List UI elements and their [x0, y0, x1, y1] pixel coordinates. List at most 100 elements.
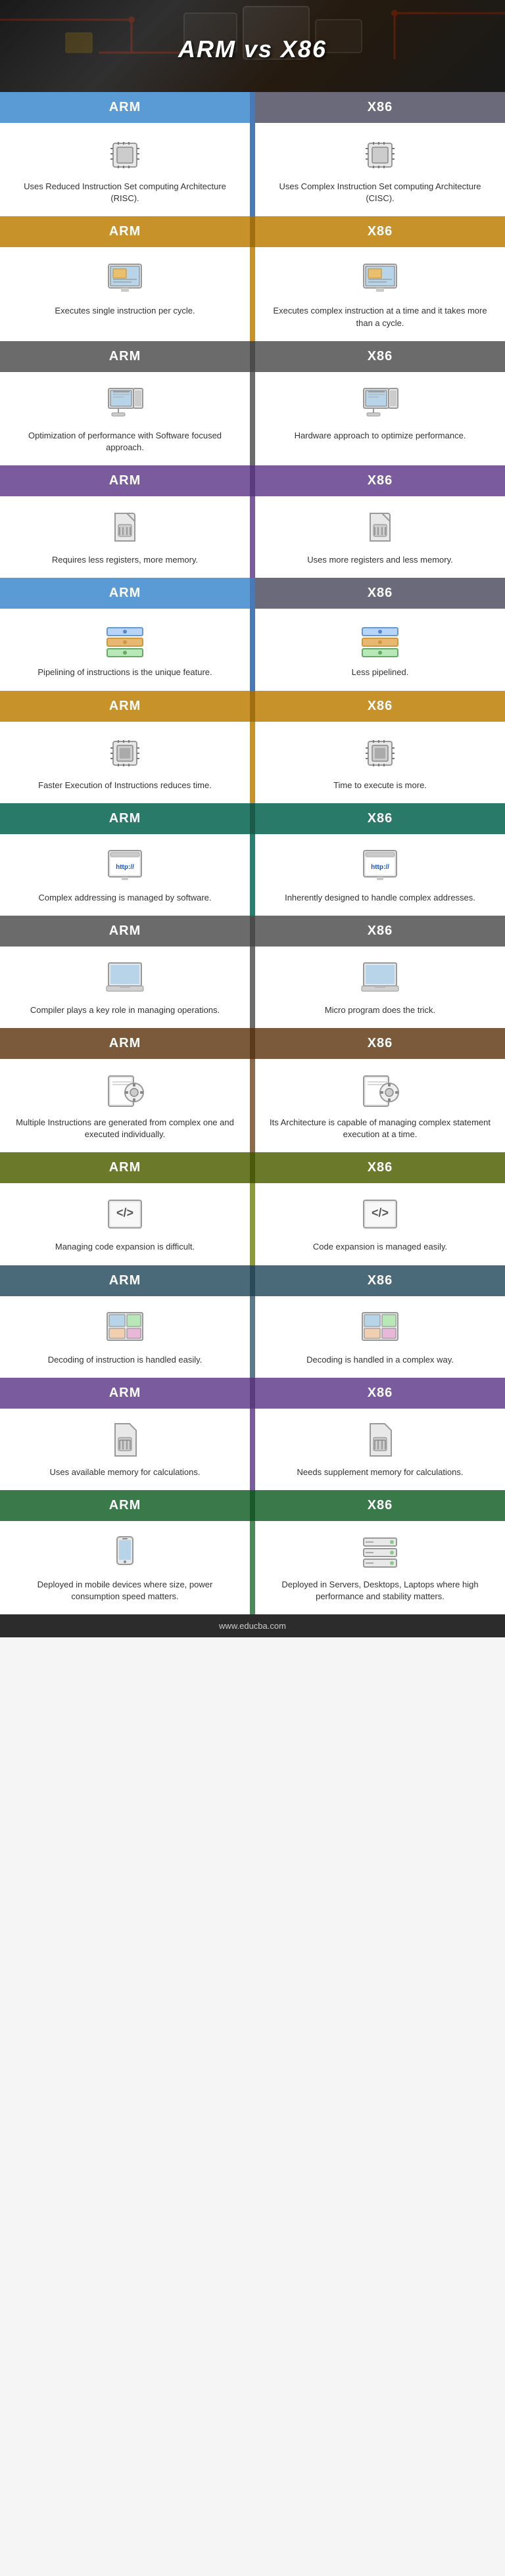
- x86-icon-10: </>: [357, 1195, 403, 1234]
- section-7-content: http:// Complex addressing is managed by…: [0, 834, 505, 916]
- x86-content-8: Micro program does the trick.: [255, 947, 505, 1028]
- x86-content-12: Needs supplement memory for calculations…: [255, 1409, 505, 1490]
- arm-text-10: Managing code expansion is difficult.: [55, 1241, 195, 1253]
- section-12-content: Uses available memory for calculations. …: [0, 1409, 505, 1490]
- x86-label-9: X86: [255, 1028, 505, 1059]
- arm-content-9: Multiple Instructions are generated from…: [0, 1059, 250, 1152]
- arm-text-12: Uses available memory for calculations.: [49, 1466, 200, 1478]
- x86-label-8: X86: [255, 916, 505, 947]
- x86-icon-8: [357, 958, 403, 998]
- x86-icon-2: [357, 259, 403, 298]
- x86-content-7: http:// Inherently designed to handle co…: [255, 834, 505, 916]
- section-8-header-bar: ARM X86: [0, 916, 505, 947]
- arm-label-5: ARM: [0, 578, 250, 609]
- arm-text-3: Optimization of performance with Softwar…: [13, 430, 237, 454]
- x86-label-2: X86: [255, 216, 505, 247]
- section-6-content: Faster Execution of Instructions reduces…: [0, 722, 505, 803]
- x86-label-1: X86: [255, 92, 505, 123]
- header-divider-11: [250, 1265, 255, 1296]
- section-5-content: Pipelining of instructions is the unique…: [0, 609, 505, 690]
- x86-content-10: </> Code expansion is managed easily.: [255, 1183, 505, 1265]
- arm-icon-2: [102, 259, 148, 298]
- x86-icon-12: [357, 1420, 403, 1460]
- arm-label-9: ARM: [0, 1028, 250, 1059]
- section-3-content: Optimization of performance with Softwar…: [0, 372, 505, 465]
- arm-label-12: ARM: [0, 1378, 250, 1409]
- arm-text-13: Deployed in mobile devices where size, p…: [13, 1579, 237, 1603]
- section-4-content: Requires less registers, more memory. Us…: [0, 496, 505, 578]
- x86-label-6: X86: [255, 691, 505, 722]
- x86-content-2: Executes complex instruction at a time a…: [255, 247, 505, 340]
- x86-text-13: Deployed in Servers, Desktops, Laptops w…: [268, 1579, 492, 1603]
- arm-content-1: Uses Reduced Instruction Set computing A…: [0, 123, 250, 216]
- x86-label-3: X86: [255, 341, 505, 372]
- section-5-header-bar: ARM X86: [0, 578, 505, 609]
- arm-text-1: Uses Reduced Instruction Set computing A…: [13, 181, 237, 204]
- x86-icon-1: [357, 135, 403, 174]
- arm-icon-7: http://: [102, 846, 148, 885]
- arm-label-8: ARM: [0, 916, 250, 947]
- arm-content-8: Compiler plays a key role in managing op…: [0, 947, 250, 1028]
- sections-container: ARM X86 Uses Reduced Instruction S: [0, 92, 505, 1614]
- arm-label-11: ARM: [0, 1265, 250, 1296]
- arm-text-2: Executes single instruction per cycle.: [55, 305, 195, 317]
- svg-text:http://: http://: [116, 864, 134, 871]
- arm-icon-13: [102, 1533, 148, 1572]
- footer-url: www.educba.com: [219, 1621, 286, 1631]
- svg-text:</>: </>: [372, 1206, 389, 1219]
- header-divider-4: [250, 465, 255, 496]
- x86-text-7: Inherently designed to handle complex ad…: [285, 892, 475, 904]
- arm-icon-10: </>: [102, 1195, 148, 1234]
- content-divider-4: [250, 496, 255, 578]
- page-title: ARM vs X86: [178, 35, 327, 63]
- arm-content-6: Faster Execution of Instructions reduces…: [0, 722, 250, 803]
- x86-content-1: Uses Complex Instruction Set computing A…: [255, 123, 505, 216]
- arm-content-11: Decoding of instruction is handled easil…: [0, 1296, 250, 1378]
- section-2-content: Executes single instruction per cycle. E…: [0, 247, 505, 340]
- arm-label-1: ARM: [0, 92, 250, 123]
- x86-text-6: Time to execute is more.: [333, 780, 427, 791]
- arm-content-12: Uses available memory for calculations.: [0, 1409, 250, 1490]
- arm-icon-1: [102, 135, 148, 174]
- section-7-header-bar: ARM X86: [0, 803, 505, 834]
- arm-icon-12: [102, 1420, 148, 1460]
- x86-icon-3: [357, 384, 403, 423]
- x86-text-2: Executes complex instruction at a time a…: [268, 305, 492, 329]
- svg-text:http://: http://: [371, 864, 389, 871]
- x86-text-4: Uses more registers and less memory.: [307, 554, 453, 566]
- section-10-content: </> Managing code expansion is difficult…: [0, 1183, 505, 1265]
- arm-text-11: Decoding of instruction is handled easil…: [48, 1354, 203, 1366]
- section-1-header-bar: ARM X86: [0, 92, 505, 123]
- arm-icon-4: [102, 508, 148, 548]
- arm-label-3: ARM: [0, 341, 250, 372]
- x86-content-5: Less pipelined.: [255, 609, 505, 690]
- arm-label-2: ARM: [0, 216, 250, 247]
- x86-text-3: Hardware approach to optimize performanc…: [295, 430, 466, 442]
- page-footer: www.educba.com: [0, 1614, 505, 1637]
- header-divider-13: [250, 1490, 255, 1521]
- section-9-content: Multiple Instructions are generated from…: [0, 1059, 505, 1152]
- x86-label-7: X86: [255, 803, 505, 834]
- svg-text:</>: </>: [116, 1206, 133, 1219]
- arm-label-4: ARM: [0, 465, 250, 496]
- header-divider-9: [250, 1028, 255, 1059]
- arm-content-13: Deployed in mobile devices where size, p…: [0, 1521, 250, 1614]
- content-divider-12: [250, 1409, 255, 1490]
- section-10-header-bar: ARM X86: [0, 1152, 505, 1183]
- content-divider-6: [250, 722, 255, 803]
- x86-icon-9: [357, 1071, 403, 1110]
- x86-text-11: Decoding is handled in a complex way.: [306, 1354, 454, 1366]
- header-divider-6: [250, 691, 255, 722]
- header-divider-2: [250, 216, 255, 247]
- page-header: ARM vs X86: [0, 0, 505, 92]
- arm-text-8: Compiler plays a key role in managing op…: [30, 1004, 220, 1016]
- arm-content-3: Optimization of performance with Softwar…: [0, 372, 250, 465]
- arm-text-9: Multiple Instructions are generated from…: [13, 1117, 237, 1140]
- header-divider-8: [250, 916, 255, 947]
- section-1-content: Uses Reduced Instruction Set computing A…: [0, 123, 505, 216]
- section-6-header-bar: ARM X86: [0, 691, 505, 722]
- section-2-header-bar: ARM X86: [0, 216, 505, 247]
- x86-content-3: Hardware approach to optimize performanc…: [255, 372, 505, 465]
- arm-icon-9: [102, 1071, 148, 1110]
- x86-text-1: Uses Complex Instruction Set computing A…: [268, 181, 492, 204]
